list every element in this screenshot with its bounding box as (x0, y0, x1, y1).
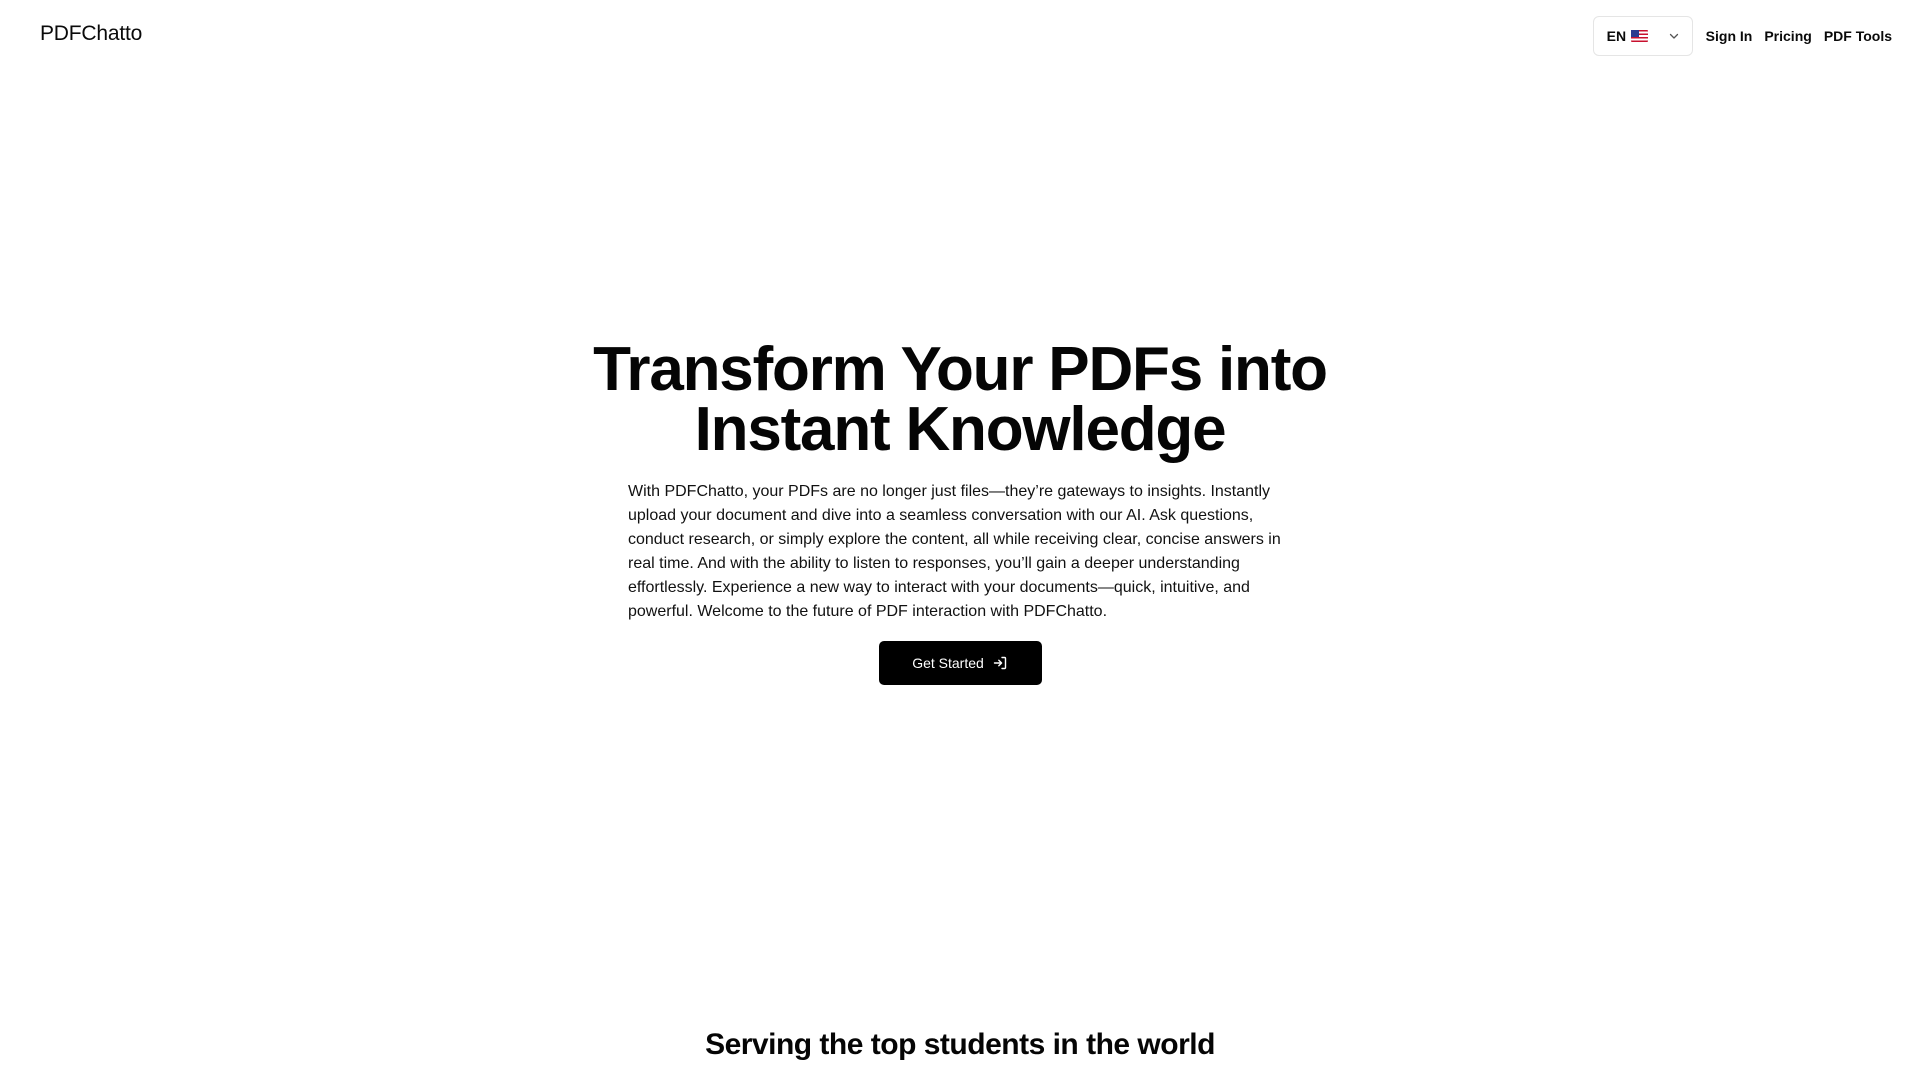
us-flag-icon (1631, 30, 1649, 42)
get-started-label: Get Started (912, 655, 984, 671)
hero-section: Transform Your PDFs into Instant Knowled… (0, 339, 1920, 685)
language-code: EN (1606, 28, 1627, 44)
language-select[interactable]: EN (1592, 16, 1693, 56)
pricing-link[interactable]: Pricing (1764, 28, 1811, 44)
brand-logo-link[interactable]: PDFChatto (40, 22, 142, 46)
header-nav: EN Sign In Pricing PDF Tools (1592, 16, 1892, 56)
get-started-button[interactable]: Get Started (878, 641, 1042, 685)
hero-description: With PDFChatto, your PDFs are no longer … (628, 483, 1281, 620)
hero-title-line-2: Instant Knowledge (694, 395, 1227, 464)
pdf-tools-link[interactable]: PDF Tools (1824, 28, 1892, 44)
sign-in-arrow-icon (992, 655, 1008, 671)
hero-title: Transform Your PDFs into Instant Knowled… (560, 339, 1360, 461)
social-proof-heading: Serving the top students in the world (705, 1028, 1215, 1061)
language-selected-value: EN (1606, 28, 1649, 44)
hero-title-line-1: Transform Your PDFs into (593, 335, 1328, 404)
sign-in-link[interactable]: Sign In (1706, 28, 1753, 44)
top-navigation-bar: PDFChatto EN Sign In Pricing PDF Tools (0, 0, 1920, 72)
chevron-down-icon (1668, 30, 1680, 42)
